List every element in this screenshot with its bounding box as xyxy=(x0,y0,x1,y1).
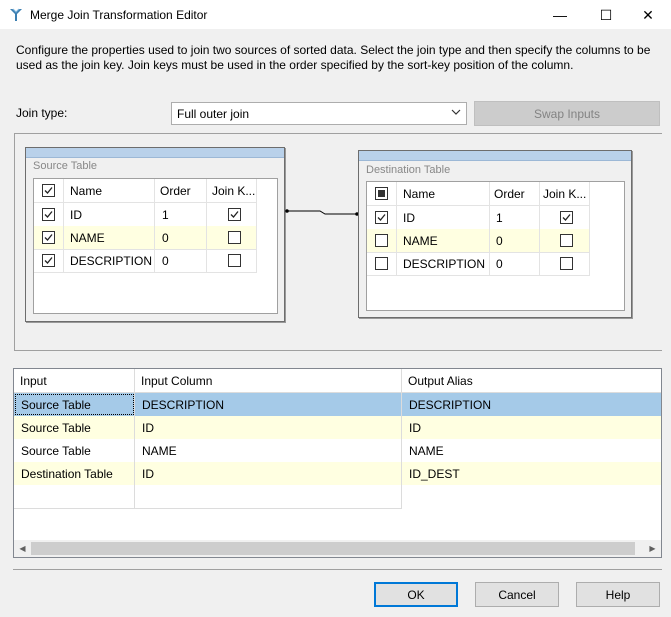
mapping-header-output-alias[interactable]: Output Alias xyxy=(402,369,661,392)
destination-col-header-joinkey[interactable]: Join K... xyxy=(543,182,605,205)
source-row-description[interactable]: DESCRIPTION 0 xyxy=(34,249,257,272)
mapping-header-input-column[interactable]: Input Column xyxy=(135,369,402,392)
join-connector-line xyxy=(285,209,359,216)
destination-grid-header: Name Order Join K... xyxy=(367,182,624,205)
source-row-name: ID xyxy=(70,207,82,222)
source-table-box[interactable]: Source Table Name Order Join K... ID 1 N… xyxy=(25,147,285,322)
source-row-order: 1 xyxy=(162,207,169,222)
join-type-label: Join type: xyxy=(16,106,68,120)
destination-row-order: 0 xyxy=(496,256,503,271)
mapping-cell-input-column[interactable]: ID xyxy=(135,462,402,485)
source-col-header-joinkey[interactable]: Join K... xyxy=(212,179,274,202)
destination-row-id-checkbox[interactable] xyxy=(375,211,388,224)
destination-col-header-order[interactable]: Order xyxy=(494,182,539,205)
swap-inputs-button[interactable]: Swap Inputs xyxy=(474,101,660,126)
destination-table-box[interactable]: Destination Table Name Order Join K... I… xyxy=(358,150,632,318)
join-type-value: Full outer join xyxy=(177,107,250,121)
destination-row-name: DESCRIPTION xyxy=(403,256,486,271)
source-row-name: NAME xyxy=(70,230,105,245)
mapping-row-new[interactable] xyxy=(14,485,661,508)
source-table-header xyxy=(26,148,284,158)
mapping-row[interactable]: Source Table DESCRIPTION DESCRIPTION xyxy=(14,393,661,416)
scroll-right-icon[interactable]: ▶ xyxy=(644,542,661,555)
source-columns-grid: Name Order Join K... ID 1 NAME 0 DESCRIP… xyxy=(33,178,278,314)
source-row-name-col[interactable]: NAME 0 xyxy=(34,226,257,249)
source-row-description-joinkey-checkbox[interactable] xyxy=(227,254,241,267)
mapping-cell-input[interactable]: Source Table xyxy=(14,416,135,439)
destination-columns-grid: Name Order Join K... ID 1 NAME 0 DESCRIP… xyxy=(366,181,625,311)
mapping-header-row: Input Input Column Output Alias xyxy=(14,369,661,392)
source-row-description-checkbox[interactable] xyxy=(42,254,55,267)
source-row-order: 0 xyxy=(162,230,169,245)
mapping-cell-input[interactable] xyxy=(14,485,135,508)
scrollbar-thumb[interactable] xyxy=(31,542,635,555)
ok-button[interactable]: OK xyxy=(374,582,458,607)
horizontal-scrollbar[interactable]: ◀ ▶ xyxy=(14,540,661,557)
destination-row-name-checkbox[interactable] xyxy=(375,234,388,247)
mapping-cell-output-alias[interactable]: NAME xyxy=(402,439,661,462)
source-row-order: 0 xyxy=(162,253,169,268)
destination-row-name-col[interactable]: NAME 0 xyxy=(367,229,590,252)
destination-row-order: 1 xyxy=(496,210,503,225)
cancel-button[interactable]: Cancel xyxy=(475,582,559,607)
description-text: Configure the properties used to join tw… xyxy=(16,43,651,72)
mapping-cell-input-column[interactable]: DESCRIPTION xyxy=(135,393,402,416)
source-table-title: Source Table xyxy=(33,160,98,172)
mapping-cell-input[interactable]: Source Table xyxy=(14,439,135,462)
source-row-name-joinkey-checkbox[interactable] xyxy=(227,231,241,244)
destination-row-order: 0 xyxy=(496,233,503,248)
source-row-id-checkbox[interactable] xyxy=(42,208,55,221)
mapping-cell-input-column[interactable]: ID xyxy=(135,416,402,439)
destination-row-id[interactable]: ID 1 xyxy=(367,206,590,229)
source-row-id-joinkey-checkbox[interactable] xyxy=(227,208,241,221)
source-row-name: DESCRIPTION xyxy=(70,253,153,268)
source-row-id[interactable]: ID 1 xyxy=(34,203,257,226)
output-mapping-grid: Input Input Column Output Alias Source T… xyxy=(13,368,662,558)
source-col-header-name[interactable]: Name xyxy=(70,179,150,202)
source-col-header-order[interactable]: Order xyxy=(160,179,205,202)
destination-row-name: ID xyxy=(403,210,415,225)
mapping-row[interactable]: Source Table ID ID xyxy=(14,416,661,439)
minimize-button[interactable]: — xyxy=(537,0,583,30)
mapping-cell-output-alias[interactable]: ID xyxy=(402,416,661,439)
destination-col-header-name[interactable]: Name xyxy=(403,182,483,205)
join-type-select[interactable]: Full outer join xyxy=(171,102,467,125)
window-title: Merge Join Transformation Editor xyxy=(30,8,208,22)
destination-row-name: NAME xyxy=(403,233,438,248)
mapping-header-input[interactable]: Input xyxy=(14,369,135,392)
source-grid-header: Name Order Join K... xyxy=(34,179,277,202)
merge-join-app-icon xyxy=(10,8,22,21)
source-row-name-checkbox[interactable] xyxy=(42,231,55,244)
destination-row-name-joinkey-checkbox[interactable] xyxy=(559,234,573,247)
mapping-cell-input[interactable]: Source Table xyxy=(14,393,135,416)
footer-divider xyxy=(13,569,662,570)
maximize-button[interactable]: ☐ xyxy=(583,0,629,30)
destination-row-description[interactable]: DESCRIPTION 0 xyxy=(367,252,590,275)
destination-table-header xyxy=(359,151,631,161)
destination-row-description-joinkey-checkbox[interactable] xyxy=(559,257,573,270)
chevron-down-icon xyxy=(451,107,461,120)
source-select-all-checkbox[interactable] xyxy=(42,184,55,197)
scroll-left-icon[interactable]: ◀ xyxy=(14,542,31,555)
mapping-cell-output-alias[interactable]: DESCRIPTION xyxy=(402,393,661,416)
mapping-cell-output-alias[interactable] xyxy=(402,485,661,508)
title-bar: Merge Join Transformation Editor — ☐ ✕ xyxy=(0,0,671,30)
mapping-cell-input-column[interactable]: NAME xyxy=(135,439,402,462)
destination-select-all-checkbox[interactable] xyxy=(375,187,388,200)
mapping-row[interactable]: Destination Table ID ID_DEST xyxy=(14,462,661,485)
mapping-cell-input[interactable]: Destination Table xyxy=(14,462,135,485)
destination-row-description-checkbox[interactable] xyxy=(375,257,388,270)
help-button[interactable]: Help xyxy=(576,582,660,607)
close-button[interactable]: ✕ xyxy=(625,0,671,30)
design-canvas: Source Table Name Order Join K... ID 1 N… xyxy=(14,133,662,351)
destination-row-id-joinkey-checkbox[interactable] xyxy=(559,211,573,224)
mapping-row[interactable]: Source Table NAME NAME xyxy=(14,439,661,462)
mapping-cell-output-alias[interactable]: ID_DEST xyxy=(402,462,661,485)
mapping-cell-input-column[interactable] xyxy=(135,485,402,508)
destination-table-title: Destination Table xyxy=(366,164,451,176)
